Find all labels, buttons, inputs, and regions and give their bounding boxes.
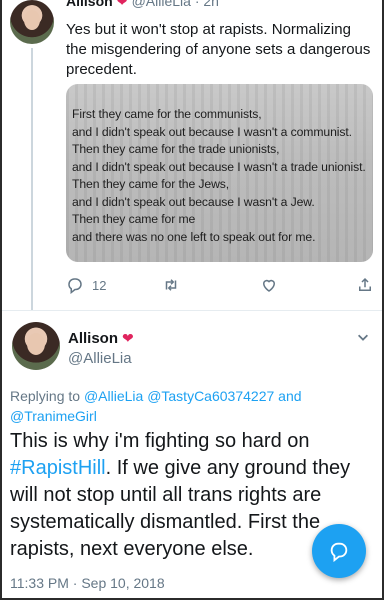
tweet-text-before: This is why i'm fighting so hard on: [10, 430, 310, 452]
tweet-actions: 12: [66, 274, 376, 298]
author-name-row: Allison ❤: [68, 330, 134, 347]
reply-icon: [330, 542, 348, 562]
screenshot-frame: Allison ❤ @AllieLia · 2h Yes but it won't …: [0, 0, 384, 600]
image-quote-text: First they came for the communists, and …: [72, 107, 366, 244]
thread-tweet[interactable]: Allison ❤ @AllieLia · 2h Yes but it won't …: [2, 0, 382, 310]
mention-link[interactable]: @AllieLia: [84, 388, 143, 404]
tweet-image[interactable]: First they came for the communists, and …: [66, 84, 373, 262]
author-handle[interactable]: @AllieLia: [68, 350, 132, 367]
mention-link[interactable]: @TranimeGirl: [10, 408, 97, 424]
tweet-text: Yes but it won't stop at rapists. Normal…: [66, 21, 371, 78]
replying-to-prefix: Replying to: [10, 388, 84, 404]
thread-connector-line: [31, 48, 33, 310]
share-button[interactable]: [356, 274, 374, 296]
like-button[interactable]: [260, 274, 278, 296]
author-handle[interactable]: @AllieLia · 2h: [132, 0, 219, 9]
heart-icon: ❤: [116, 0, 128, 9]
mention-link[interactable]: @TastyCa60374227: [147, 388, 274, 404]
mention-conjunction: and: [278, 388, 302, 404]
share-icon: [359, 277, 371, 291]
tweet-header: Allison ❤ @AllieLia · 2h: [66, 0, 219, 10]
tweet-timestamp[interactable]: 11:33 PM · Sep 10, 2018: [10, 575, 165, 591]
replying-to-line: Replying to @AllieLia @TastyCa60374227 a…: [10, 386, 376, 426]
hashtag-link[interactable]: #RapistHill: [10, 457, 106, 479]
author-name[interactable]: Allison: [68, 330, 118, 347]
avatar[interactable]: [10, 0, 54, 44]
chevron-down-icon[interactable]: [356, 330, 370, 344]
retweet-icon: [165, 279, 177, 291]
author-name[interactable]: Allison: [66, 0, 113, 9]
divider: [2, 310, 382, 311]
avatar[interactable]: [12, 322, 60, 370]
reply-icon: [68, 278, 82, 294]
heart-icon: ❤: [122, 330, 134, 346]
reply-count: 12: [92, 277, 107, 293]
like-icon: [262, 279, 276, 292]
retweet-button[interactable]: [162, 274, 180, 296]
reply-button[interactable]: 12: [66, 274, 106, 296]
compose-reply-button[interactable]: [312, 524, 366, 578]
